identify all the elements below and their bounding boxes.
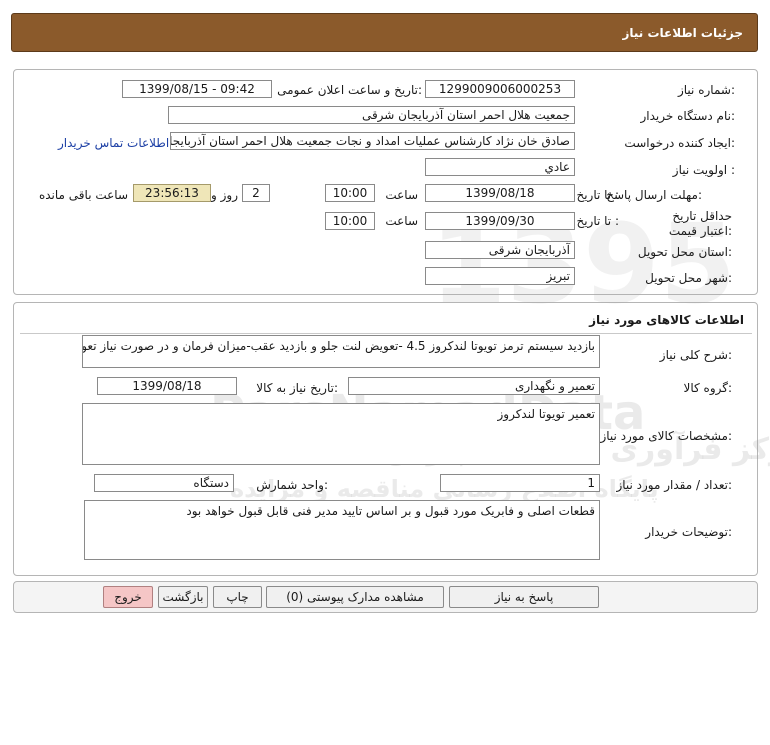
- need-number-field: 1299009006000253: [425, 80, 575, 98]
- back-button[interactable]: بازگشت: [158, 586, 208, 608]
- deadline-to-date-label: تا تاریخ :: [576, 188, 619, 202]
- need-date-label: تاریخ نیاز به کالا:: [256, 381, 338, 395]
- quantity-label: تعداد / مقدار مورد نیاز:: [616, 478, 732, 492]
- days-label: روز و: [211, 188, 238, 202]
- specs-label: مشخصات کالای مورد نیاز:: [600, 429, 732, 443]
- group-label: گروه کالا:: [683, 381, 733, 395]
- section-divider: [20, 333, 752, 334]
- group-field: تعمیر و نگهداری: [348, 377, 600, 395]
- unit-field: دستگاه: [94, 474, 234, 492]
- deadline-time-label: ساعت: [385, 188, 418, 202]
- requester-field: صادق خان نژاد کارشناس عملیات امداد و نجا…: [170, 132, 575, 150]
- buyer-contact-link[interactable]: اطلاعات تماس خریدار: [58, 136, 169, 150]
- validity-time-label: ساعت: [385, 214, 418, 228]
- city-label: شهر محل تحویل:: [645, 271, 732, 285]
- exit-button[interactable]: خروج: [103, 586, 153, 608]
- reply-button[interactable]: پاسخ به نیاز: [449, 586, 599, 608]
- remaining-label: ساعت باقی مانده: [38, 188, 128, 202]
- city-field: تبریز: [425, 267, 575, 285]
- requester-label: ایجاد کننده درخواست:: [624, 136, 735, 150]
- print-button[interactable]: چاپ: [213, 586, 262, 608]
- announce-field: 1399/08/15 - 09:42: [122, 80, 272, 98]
- summary-label: شرح کلی نیاز:: [659, 348, 732, 362]
- unit-label: واحد شمارش:: [256, 478, 328, 492]
- summary-field: بازدید سیستم ترمز تویوتا لندکروز 4.5 -تع…: [82, 335, 600, 368]
- buyer-org-field: جمعیت هلال احمر استان آذربایجان شرقی: [168, 106, 575, 124]
- goods-section-title: اطلاعات کالاهای مورد نیاز: [589, 313, 744, 327]
- province-label: استان محل تحویل:: [637, 245, 732, 259]
- remaining-time-field: 23:56:13: [133, 184, 211, 202]
- province-field: آذربایجان شرقی: [425, 241, 575, 259]
- notes-label: توضیحات خریدار:: [645, 525, 732, 539]
- priority-label: اولویت نیاز :: [672, 163, 735, 177]
- page-header: جزئیات اطلاعات نیاز: [11, 13, 758, 52]
- attachments-button[interactable]: مشاهده مدارک پیوستی (0): [266, 586, 444, 608]
- validity-label: حداقل تاریخ اعتبار قیمت:: [668, 209, 732, 238]
- notes-field: قطعات اصلی و فابریک مورد قبول و بر اساس …: [84, 500, 600, 560]
- buyer-org-label: نام دستگاه خریدار:: [640, 109, 736, 123]
- days-remaining-field: 2: [242, 184, 270, 202]
- priority-field: عادي: [425, 158, 575, 176]
- announce-label: تاریخ و ساعت اعلان عمومی:: [277, 83, 422, 97]
- deadline-label: مهلت ارسال پاسخ:: [606, 188, 702, 202]
- specs-field: تعمیر تویوتا لندکروز: [82, 403, 600, 465]
- need-date-field: 1399/08/18: [97, 377, 237, 395]
- deadline-time-field: 10:00: [325, 184, 375, 202]
- validity-time-field: 10:00: [325, 212, 375, 230]
- validity-date-field: 1399/09/30: [425, 212, 575, 230]
- validity-to-date-label: تا تاریخ :: [576, 214, 619, 228]
- quantity-field: 1: [440, 474, 600, 492]
- page-title: جزئیات اطلاعات نیاز: [622, 26, 743, 40]
- details-panel: [13, 69, 758, 295]
- deadline-date-field: 1399/08/18: [425, 184, 575, 202]
- need-number-label: شماره نیاز:: [677, 83, 735, 97]
